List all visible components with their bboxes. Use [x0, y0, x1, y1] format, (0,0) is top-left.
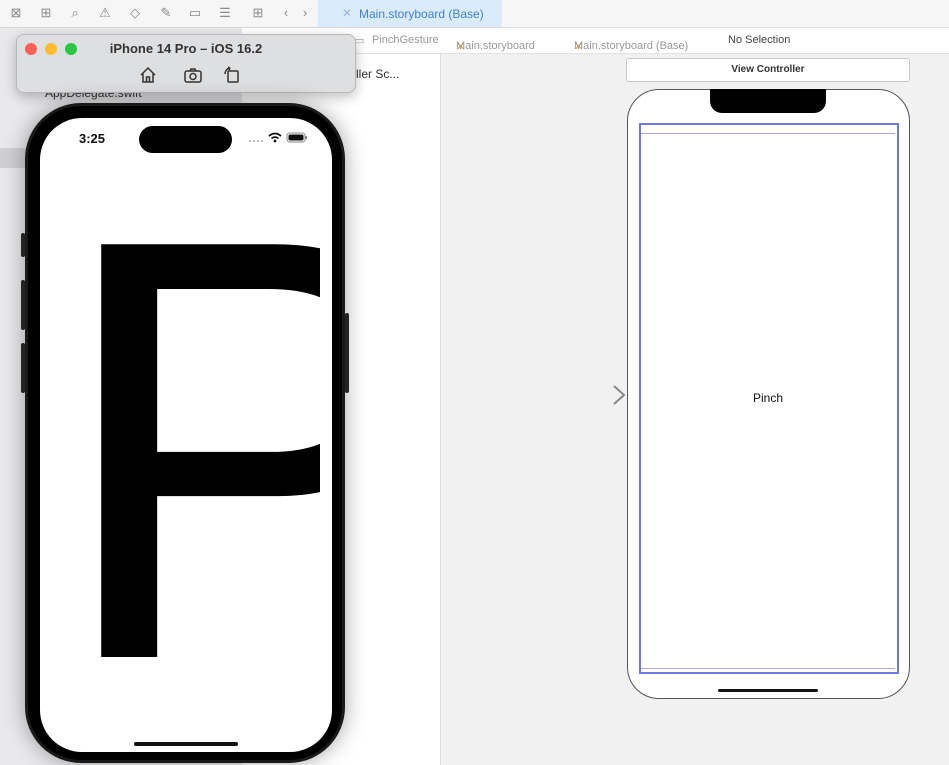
- close-navigator-icon[interactable]: ⊠: [8, 5, 24, 21]
- xcode-toolbar: ⊠ ⊞ ⌕ ⚠ ◇ ✎ ▭ ☰ ⊞ ‹ › ✕ Main.storyboard …: [0, 0, 949, 28]
- wifi-icon: [268, 132, 282, 143]
- safe-area-guide-top: [641, 133, 895, 134]
- breadcrumb-label: Main.storyboard (Base): [574, 40, 689, 52]
- breakpoint-icon[interactable]: ▭: [187, 5, 203, 21]
- storyboard-icon: ✕: [342, 6, 353, 20]
- screenshot-icon[interactable]: [183, 65, 203, 85]
- pinch-scaled-label[interactable]: P: [52, 150, 320, 750]
- outline-scene-item[interactable]: ller Sc...: [356, 67, 399, 81]
- simulator-window-titlebar[interactable]: iPhone 14 Pro – iOS 16.2: [16, 34, 356, 93]
- tab-main-storyboard[interactable]: ✕ Main.storyboard (Base): [318, 0, 502, 27]
- simulator-title: iPhone 14 Pro – iOS 16.2: [109, 41, 263, 56]
- home-icon[interactable]: [138, 65, 158, 85]
- entry-point-arrow-icon[interactable]: [556, 384, 628, 406]
- search-icon[interactable]: ⌕: [67, 5, 83, 21]
- warning-icon[interactable]: ⚠: [97, 5, 113, 21]
- hierarchy-icon[interactable]: ⊞: [38, 5, 54, 21]
- status-bar-icons: [249, 132, 307, 143]
- debug-icon[interactable]: ✎: [158, 5, 174, 21]
- tab-title: Main.storyboard (Base): [359, 7, 484, 21]
- breadcrumb-label: Main.storyboard: [456, 40, 535, 52]
- breadcrumb-item-project[interactable]: PinchGesture: [372, 34, 439, 46]
- home-indicator: [718, 689, 818, 692]
- view-controller-title-bar[interactable]: View Controller: [626, 58, 910, 82]
- back-icon[interactable]: ‹: [278, 5, 294, 21]
- breadcrumb-item-selection[interactable]: No Selection: [728, 34, 790, 46]
- pinch-label[interactable]: Pinch: [640, 391, 896, 405]
- status-bar-time: 3:25: [79, 131, 106, 146]
- rotate-icon[interactable]: [222, 65, 242, 85]
- safe-area-guide-bottom: [641, 668, 895, 669]
- report-icon[interactable]: ☰: [217, 5, 233, 21]
- cellular-signal-icon: [249, 140, 263, 142]
- device-notch: [710, 89, 826, 113]
- home-indicator: [134, 742, 238, 746]
- battery-icon: [286, 132, 307, 143]
- dynamic-island: [139, 126, 232, 153]
- test-icon[interactable]: ◇: [127, 5, 143, 21]
- forward-icon[interactable]: ›: [297, 5, 313, 21]
- grid-icon[interactable]: ⊞: [250, 5, 266, 21]
- power-button: [345, 313, 349, 393]
